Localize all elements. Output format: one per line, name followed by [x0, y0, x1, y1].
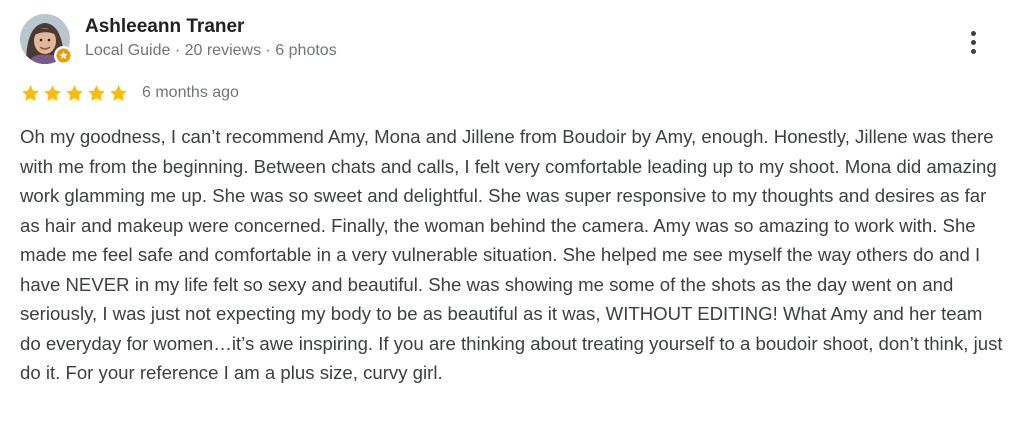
star-icon [22, 84, 39, 101]
reviewer-meta[interactable]: Local Guide · 20 reviews · 6 photos [85, 42, 337, 60]
star-icon [88, 84, 105, 101]
more-vert-icon-dot [970, 39, 976, 45]
star-icon [66, 84, 83, 101]
local-guide-badge-icon [54, 46, 73, 65]
reviewer-name[interactable]: Ashleeann Traner [85, 16, 244, 38]
review-text: Oh my goodness, I can’t recommend Amy, M… [20, 126, 1003, 383]
more-options-button[interactable] [955, 24, 991, 60]
star-rating [20, 83, 129, 104]
star-icon [44, 84, 61, 101]
review-card: Ashleeann Traner Local Guide · 20 review… [0, 0, 1024, 435]
star-icon [110, 84, 127, 101]
review-date: 6 months ago [142, 84, 239, 101]
more-vert-icon-dot [970, 48, 976, 54]
more-vert-icon [970, 30, 976, 36]
rating-row: 6 months ago [20, 82, 239, 104]
avatar[interactable] [20, 14, 73, 65]
